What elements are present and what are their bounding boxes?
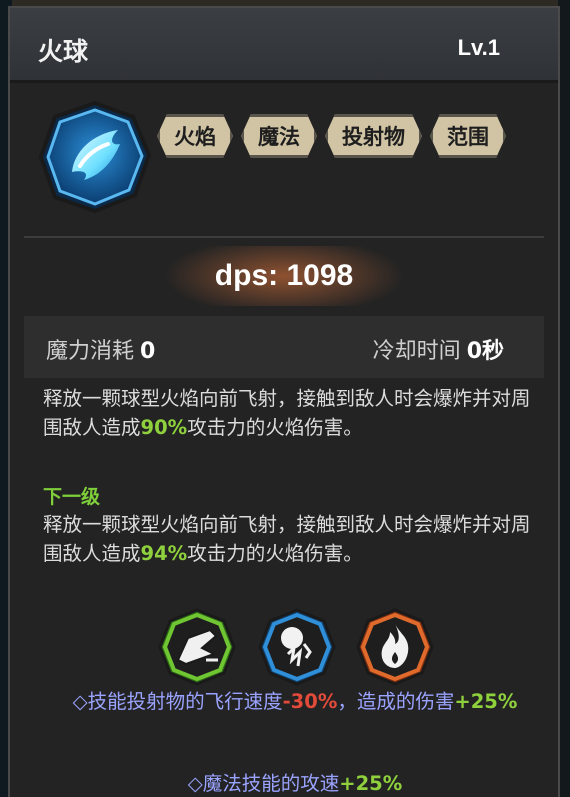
projectile-speed-icon[interactable] — [158, 608, 236, 686]
bonus-2-text: ◇魔法技能的攻速 — [187, 772, 340, 795]
tag-area: 范围 — [430, 114, 506, 158]
current-desc-tail: 攻击力的火焰伤害。 — [187, 416, 363, 439]
bonus-1-positive: +25% — [454, 690, 518, 713]
bonus-1-negative: -30% — [282, 690, 338, 713]
fireball-icon — [38, 100, 152, 214]
divider — [24, 236, 544, 238]
cooldown-label: 冷却时间 — [372, 339, 461, 364]
tag-magic: 魔法 — [241, 114, 317, 158]
skill-tags: 火焰 魔法 投射物 范围 — [157, 114, 506, 162]
cooldown: 冷却时间 0秒 — [373, 333, 504, 365]
next-description: 释放一颗球型火焰向前飞射，接触到敌人时会爆炸并对周围敌人造成94%攻击力的火焰伤… — [43, 510, 543, 568]
bonus-2-positive: +25% — [339, 772, 403, 795]
skill-detail-panel: 火球 Lv.1 火焰 魔法 投射物 范围 dps: 1098 魔力消耗 0 冷却… — [8, 6, 560, 797]
mana-cost: 魔力消耗 0 — [46, 333, 155, 365]
dps-value: dps: 1098 — [214, 259, 354, 292]
mana-cost-label: 魔力消耗 — [46, 339, 135, 364]
skill-name: 火球 — [38, 37, 89, 66]
dps-display: dps: 1098 — [24, 246, 544, 306]
next-desc-tail: 攻击力的火焰伤害。 — [187, 542, 363, 565]
mana-cost-value: 0 — [140, 339, 156, 364]
cooldown-value: 0秒 — [466, 339, 504, 364]
flame-icon[interactable] — [356, 608, 434, 686]
bonus-line-2: ◇魔法技能的攻速+25% — [50, 770, 540, 797]
panel-header: 火球 Lv.1 — [10, 8, 558, 83]
skill-level: Lv.1 — [457, 35, 500, 60]
bonus-1-mid: ，造成的伤害 — [337, 690, 455, 713]
tag-fire: 火焰 — [157, 114, 233, 158]
talent-icons — [158, 608, 438, 686]
tag-projectile: 投射物 — [325, 114, 422, 158]
current-description: 释放一颗球型火焰向前飞射，接触到敌人时会爆炸并对周围敌人造成90%攻击力的火焰伤… — [43, 384, 543, 442]
next-desc-percent: 94% — [140, 542, 188, 565]
bonus-1-text: ◇技能投射物的飞行速度 — [72, 690, 283, 713]
current-desc-percent: 90% — [140, 416, 188, 439]
magic-orb-icon[interactable] — [258, 608, 336, 686]
stats-row: 魔力消耗 0 冷却时间 0秒 — [24, 316, 544, 378]
bonus-line-1: ◇技能投射物的飞行速度-30%，造成的伤害+25% — [50, 688, 540, 715]
next-level-label: 下一级 — [43, 486, 101, 508]
